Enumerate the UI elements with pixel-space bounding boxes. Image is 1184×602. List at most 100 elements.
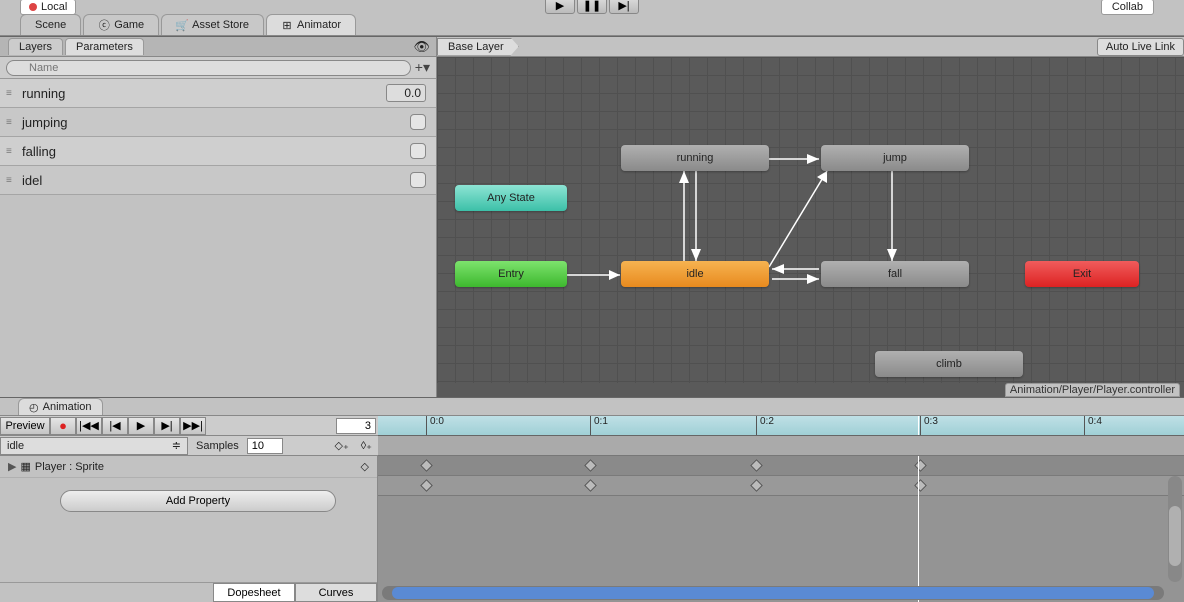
param-checkbox[interactable] [410, 143, 426, 159]
playhead[interactable] [918, 416, 919, 435]
state-label: fall [888, 268, 902, 280]
tab-game-label: Game [114, 19, 144, 31]
keyframe[interactable] [750, 459, 763, 472]
tab-animation[interactable]: ◴Animation [18, 398, 103, 415]
clip-name: idle [7, 440, 24, 452]
state-entry[interactable]: Entry [455, 261, 567, 287]
state-idle[interactable]: idle [621, 261, 769, 287]
collab-label: Collab [1112, 1, 1143, 13]
vertical-scrollbar[interactable] [1168, 476, 1182, 582]
param-search-input[interactable] [6, 60, 411, 76]
samples-label: Samples [188, 440, 247, 452]
tab-asset-store[interactable]: 🛒Asset Store [161, 14, 264, 35]
auto-live-link-button[interactable]: Auto Live Link [1097, 38, 1184, 56]
parameters-tab[interactable]: Parameters [65, 38, 144, 55]
layers-tab[interactable]: Layers [8, 38, 63, 55]
state-climb[interactable]: climb [875, 351, 1023, 377]
add-event-button[interactable]: ◊₊ [355, 439, 378, 452]
keyframe[interactable] [584, 479, 597, 492]
property-row[interactable]: ▶ ▦ Player : Sprite ◇ [0, 456, 377, 478]
drag-handle-icon[interactable]: ≡ [6, 88, 22, 99]
drag-handle-icon[interactable]: ≡ [6, 175, 22, 186]
dopesheet-button[interactable]: Dopesheet [213, 583, 295, 602]
param-checkbox[interactable] [410, 114, 426, 130]
state-label: running [677, 152, 714, 164]
clock-icon: ◴ [29, 401, 39, 414]
keyframe[interactable] [914, 459, 927, 472]
add-property-label: Add Property [166, 495, 230, 507]
state-running[interactable]: running [621, 145, 769, 171]
state-exit[interactable]: Exit [1025, 261, 1139, 287]
keyframe[interactable] [750, 479, 763, 492]
param-row-falling[interactable]: ≡ falling [0, 137, 436, 166]
param-row-running[interactable]: ≡ running 0.0 [0, 79, 436, 108]
play-icon: ▶ [556, 0, 564, 12]
event-track[interactable] [378, 436, 1184, 456]
time-tick: 0:3 [920, 416, 938, 435]
drag-handle-icon[interactable]: ≡ [6, 117, 22, 128]
frame-field[interactable] [336, 418, 376, 434]
keyframe[interactable] [420, 479, 433, 492]
local-dot-icon [29, 3, 37, 11]
first-frame-button[interactable]: |◀◀ [76, 417, 102, 435]
state-label: jump [883, 152, 907, 164]
scrollbar-thumb[interactable] [1169, 506, 1181, 566]
state-fall[interactable]: fall [821, 261, 969, 287]
param-row-idel[interactable]: ≡ idel [0, 166, 436, 195]
tab-animator[interactable]: ⊞Animator [266, 14, 356, 35]
expand-icon[interactable]: ▶ [8, 460, 16, 473]
keyframe[interactable] [420, 459, 433, 472]
pause-button[interactable]: ❚❚ [577, 0, 607, 14]
add-property-button[interactable]: Add Property [60, 490, 336, 512]
step-button[interactable]: ▶| [609, 0, 639, 14]
keyframe[interactable] [584, 459, 597, 472]
last-frame-button[interactable]: ▶▶| [180, 417, 206, 435]
timeline[interactable] [378, 456, 1184, 602]
time-tick: 0:4 [1084, 416, 1102, 435]
clip-select[interactable]: idle ≑ [0, 437, 188, 455]
param-row-jumping[interactable]: ≡ jumping [0, 108, 436, 137]
record-button[interactable]: ● [50, 417, 76, 435]
play-icon: ▶ [137, 419, 145, 432]
state-label: Any State [487, 192, 535, 204]
param-value-field[interactable]: 0.0 [386, 84, 426, 102]
add-keyframe-button[interactable]: ◇₊ [328, 439, 354, 452]
local-button[interactable]: Local [20, 0, 76, 15]
add-param-button[interactable]: +▾ [415, 59, 430, 76]
keyframe-indicator-icon: ◇ [361, 460, 369, 473]
tab-scene[interactable]: Scene [20, 14, 81, 35]
record-icon: ● [59, 418, 67, 433]
parameters-tab-label: Parameters [76, 41, 133, 53]
horizontal-scrollbar[interactable] [382, 586, 1164, 600]
param-name: idel [22, 173, 410, 188]
prev-frame-button[interactable]: |◀ [102, 417, 128, 435]
drag-handle-icon[interactable]: ≡ [6, 146, 22, 157]
preview-label: Preview [5, 420, 44, 432]
param-checkbox[interactable] [410, 172, 426, 188]
last-frame-icon: ▶▶| [183, 419, 203, 432]
tab-game[interactable]: ⓒGame [83, 14, 159, 35]
keyframe[interactable] [914, 479, 927, 492]
step-icon: ▶| [618, 0, 629, 12]
breadcrumb[interactable]: Base Layer [437, 38, 519, 56]
preview-button[interactable]: Preview [0, 417, 50, 435]
dropdown-icon: ≑ [172, 439, 181, 452]
graph-canvas[interactable]: Any State Entry running jump idle fall E… [437, 57, 1184, 383]
curves-button[interactable]: Curves [295, 583, 377, 602]
playhead[interactable] [918, 456, 919, 602]
first-frame-icon: |◀◀ [79, 419, 99, 432]
samples-field[interactable] [247, 438, 283, 454]
eye-icon[interactable]: 👁 [413, 39, 430, 55]
time-ruler[interactable]: 0:0 0:1 0:2 0:3 0:4 [378, 416, 1184, 436]
summary-track[interactable] [378, 456, 1184, 476]
state-any-state[interactable]: Any State [455, 185, 567, 211]
param-name: running [22, 86, 386, 101]
property-track[interactable] [378, 476, 1184, 496]
next-frame-button[interactable]: ▶| [154, 417, 180, 435]
scrollbar-thumb[interactable] [392, 587, 1154, 599]
play-button[interactable]: ▶ [545, 0, 575, 14]
tab-asset-store-label: Asset Store [192, 19, 249, 31]
state-jump[interactable]: jump [821, 145, 969, 171]
play-anim-button[interactable]: ▶ [128, 417, 154, 435]
collab-button[interactable]: Collab [1101, 0, 1154, 15]
